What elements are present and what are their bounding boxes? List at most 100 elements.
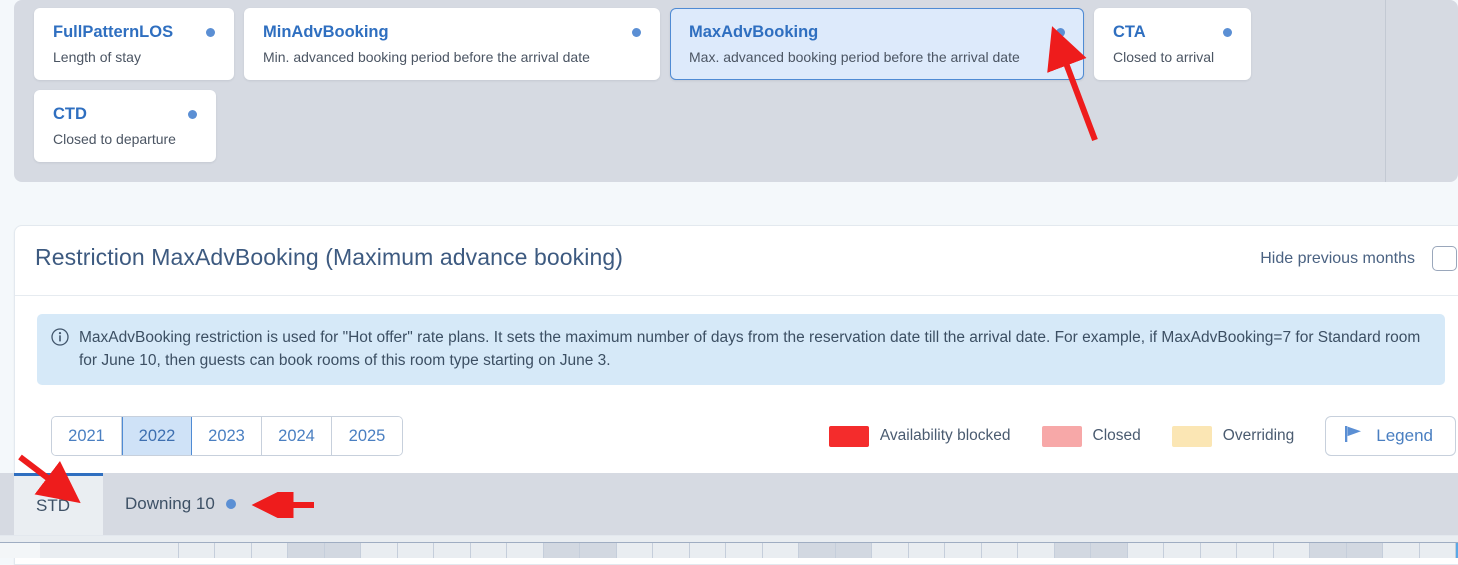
restriction-card-subtitle: Closed to arrival xyxy=(1113,49,1215,65)
calendar-day-cell[interactable] xyxy=(470,543,507,558)
calendar-day-cell[interactable] xyxy=(981,543,1018,558)
status-dot-icon xyxy=(206,28,215,37)
legend-label: Closed xyxy=(1092,427,1141,444)
calendar-grid-strip xyxy=(0,535,1458,558)
info-banner: MaxAdvBooking restriction is used for "H… xyxy=(37,314,1445,385)
year-tab-2021[interactable]: 2021 xyxy=(52,417,122,455)
status-dot-icon xyxy=(1056,28,1065,37)
room-tab-downing-10[interactable]: Downing 10 xyxy=(103,473,258,535)
calendar-day-cell[interactable] xyxy=(1310,543,1347,558)
restriction-card-title: CTD xyxy=(53,105,87,123)
legend-item-closed: Closed xyxy=(1041,425,1141,447)
calendar-day-cell[interactable] xyxy=(215,543,252,558)
status-dot-icon xyxy=(1223,28,1232,37)
legend-label: Overriding xyxy=(1222,427,1295,444)
calendar-day-cell[interactable] xyxy=(543,543,580,558)
calendar-day-cell[interactable] xyxy=(872,543,909,558)
legend-swatch-overriding xyxy=(1171,425,1212,447)
restriction-card-title: FullPatternLOS xyxy=(53,23,174,41)
calendar-day-cell[interactable] xyxy=(1091,543,1128,558)
info-circle-icon xyxy=(51,328,69,346)
restriction-card-header: CTD xyxy=(53,105,197,124)
calendar-day-cells[interactable] xyxy=(0,543,1458,558)
restriction-card-title: MaxAdvBooking xyxy=(689,23,819,41)
calendar-day-cell[interactable] xyxy=(1346,543,1383,558)
legend-item-availability-blocked: Availability blocked xyxy=(828,425,1011,447)
calendar-row-label-cell xyxy=(0,543,40,558)
calendar-day-cell[interactable] xyxy=(1127,543,1164,558)
legend-button-label: Legend xyxy=(1376,426,1433,445)
restriction-card-subtitle: Max. advanced booking period before the … xyxy=(689,49,1020,65)
calendar-day-cell[interactable] xyxy=(835,543,872,558)
status-dot-icon xyxy=(632,28,641,37)
legend-swatch-availability-blocked xyxy=(828,425,869,447)
restriction-card-subtitle: Closed to departure xyxy=(53,131,176,147)
calendar-day-cell[interactable] xyxy=(945,543,982,558)
year-tab-2025[interactable]: 2025 xyxy=(332,417,402,455)
calendar-day-cell[interactable] xyxy=(361,543,398,558)
legend-label: Availability blocked xyxy=(879,427,1011,444)
calendar-day-cell[interactable] xyxy=(762,543,799,558)
room-tab-label: STD xyxy=(36,495,70,515)
legend-row: Availability blocked Closed Overriding L… xyxy=(828,416,1456,456)
restriction-card-subtitle: Length of stay xyxy=(53,49,141,65)
hide-previous-months-checkbox[interactable] xyxy=(1432,246,1457,271)
restriction-card-subtitle: Min. advanced booking period before the … xyxy=(263,49,590,65)
calendar-day-cell[interactable] xyxy=(507,543,544,558)
calendar-day-cell[interactable] xyxy=(1419,543,1456,558)
calendar-day-cell[interactable] xyxy=(1200,543,1237,558)
calendar-day-cell[interactable] xyxy=(908,543,945,558)
restriction-types-panel: FullPatternLOS Length of stay MinAdvBook… xyxy=(14,0,1458,182)
status-dot-icon xyxy=(225,499,236,509)
page-title: Restriction MaxAdvBooking (Maximum advan… xyxy=(35,244,624,270)
calendar-day-cell[interactable] xyxy=(288,543,325,558)
room-tab-std[interactable]: STD xyxy=(14,473,103,535)
calendar-day-cell[interactable] xyxy=(142,543,179,558)
room-tab-label: Downing 10 xyxy=(125,494,215,513)
calendar-day-cell[interactable] xyxy=(434,543,471,558)
year-tab-2023[interactable]: 2023 xyxy=(192,417,262,455)
restriction-card-header: CTA xyxy=(1113,23,1232,42)
hide-previous-months-control[interactable]: Hide previous months xyxy=(1260,246,1457,271)
restriction-card-header: MinAdvBooking xyxy=(263,23,641,42)
room-type-tabbar: STD Downing 10 xyxy=(0,473,1458,535)
year-selector[interactable]: 2021 2022 2023 2024 2025 xyxy=(51,416,403,456)
calendar-day-cell[interactable] xyxy=(397,543,434,558)
legend-button[interactable]: Legend xyxy=(1325,416,1456,456)
restriction-card-title: MinAdvBooking xyxy=(263,23,389,41)
panel-vertical-divider xyxy=(1385,0,1386,182)
restriction-card-minadvbooking[interactable]: MinAdvBooking Min. advanced booking peri… xyxy=(244,8,660,80)
restriction-card-fullpatternlos[interactable]: FullPatternLOS Length of stay xyxy=(34,8,234,80)
calendar-day-cell[interactable] xyxy=(580,543,617,558)
legend-item-overriding: Overriding xyxy=(1171,425,1295,447)
calendar-day-cell[interactable] xyxy=(653,543,690,558)
calendar-day-cell[interactable] xyxy=(178,543,215,558)
calendar-day-cell[interactable] xyxy=(1273,543,1310,558)
year-tab-2024[interactable]: 2024 xyxy=(262,417,332,455)
calendar-day-cell[interactable] xyxy=(799,543,836,558)
restriction-card-title: CTA xyxy=(1113,23,1146,41)
restriction-card-cta[interactable]: CTA Closed to arrival xyxy=(1094,8,1251,80)
legend-swatch-closed xyxy=(1041,425,1082,447)
calendar-day-cell[interactable] xyxy=(689,543,726,558)
year-tab-2022[interactable]: 2022 xyxy=(122,417,192,455)
restriction-card-header: FullPatternLOS xyxy=(53,23,215,42)
calendar-day-cell[interactable] xyxy=(1237,543,1274,558)
calendar-day-cell[interactable] xyxy=(1383,543,1420,558)
status-dot-icon xyxy=(188,110,197,119)
calendar-day-cell[interactable] xyxy=(251,543,288,558)
info-banner-text: MaxAdvBooking restriction is used for "H… xyxy=(79,329,1421,369)
calendar-day-cell[interactable] xyxy=(1054,543,1091,558)
calendar-day-cell[interactable] xyxy=(1018,543,1055,558)
restriction-card-list: FullPatternLOS Length of stay MinAdvBook… xyxy=(34,8,1374,162)
hide-previous-months-label: Hide previous months xyxy=(1260,249,1415,267)
restriction-card-maxadvbooking[interactable]: MaxAdvBooking Max. advanced booking peri… xyxy=(670,8,1084,80)
calendar-day-cell[interactable] xyxy=(1164,543,1201,558)
restriction-card-ctd[interactable]: CTD Closed to departure xyxy=(34,90,216,162)
flag-icon xyxy=(1344,425,1364,448)
calendar-controls-row: 2021 2022 2023 2024 2025 Availability bl… xyxy=(15,416,1458,466)
restriction-card-header: MaxAdvBooking xyxy=(689,23,1065,42)
calendar-day-cell[interactable] xyxy=(324,543,361,558)
calendar-day-cell[interactable] xyxy=(616,543,653,558)
calendar-day-cell[interactable] xyxy=(726,543,763,558)
